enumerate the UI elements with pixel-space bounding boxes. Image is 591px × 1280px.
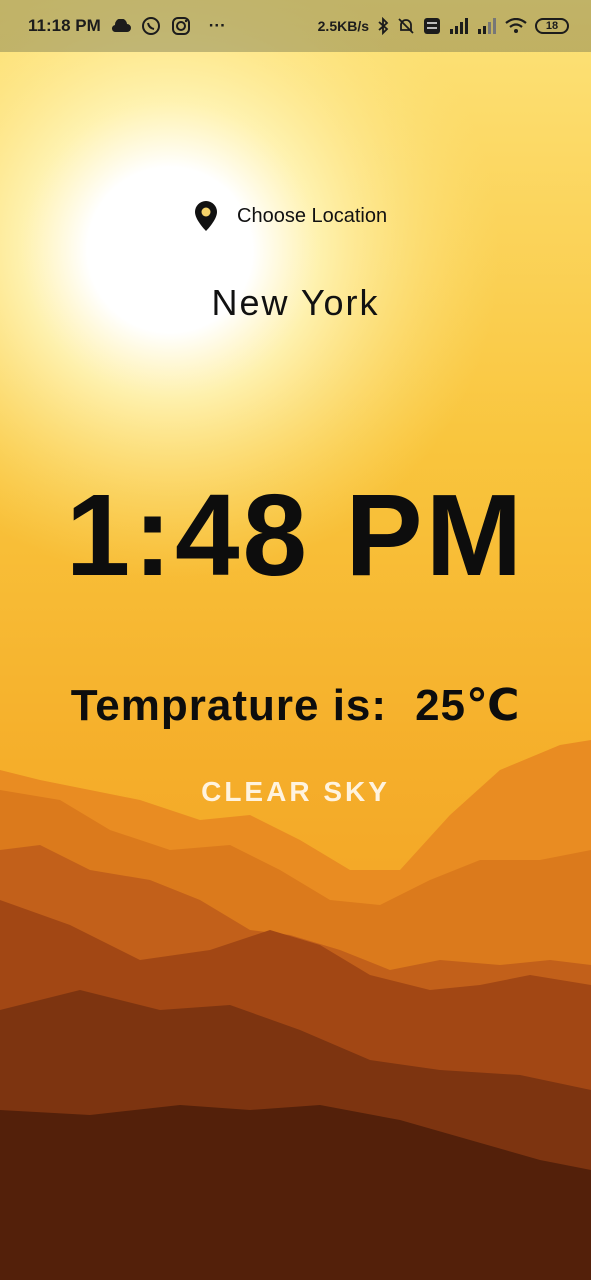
instagram-icon: [171, 16, 191, 36]
local-time: 1:48 PM: [65, 470, 526, 600]
wifi-icon: [505, 18, 527, 34]
temperature-label: Temprature is:: [70, 681, 388, 730]
cloud-icon: [111, 19, 131, 33]
temperature-value: 25℃: [415, 681, 521, 730]
mute-bell-icon: [397, 17, 415, 35]
status-time: 11:18 PM: [28, 16, 101, 35]
temperature-line: Temprature is: 25℃: [0, 680, 591, 731]
whatsapp-icon: [141, 16, 161, 36]
volte-icon: [423, 17, 441, 35]
choose-location-label: Choose Location: [237, 204, 388, 227]
bluetooth-icon: [377, 17, 389, 35]
location-pin-icon: [195, 201, 217, 231]
more-icon: ···: [208, 16, 226, 35]
signal-2-icon: [477, 18, 497, 34]
sunset-background: [0, 0, 591, 1280]
weather-condition: CLEAR SKY: [201, 776, 390, 807]
choose-location-button[interactable]: Choose Location: [193, 200, 387, 232]
city-name: New York: [211, 282, 380, 323]
network-speed: 2.5KB/s: [317, 18, 369, 34]
battery-icon: 18: [535, 18, 569, 34]
status-bar: 11:18 PM ··· 2.5KB/s 18: [0, 0, 591, 52]
signal-icon: [449, 18, 469, 34]
